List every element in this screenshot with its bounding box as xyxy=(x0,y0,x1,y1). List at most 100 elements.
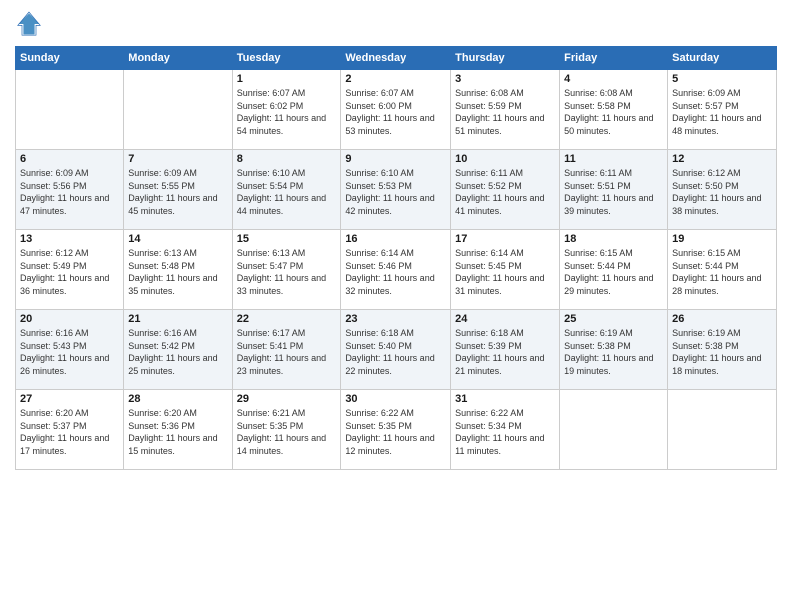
calendar-cell: 18 Sunrise: 6:15 AM Sunset: 5:44 PM Dayli… xyxy=(560,230,668,310)
weekday-header-sunday: Sunday xyxy=(16,47,124,70)
day-number: 27 xyxy=(20,393,119,405)
day-number: 17 xyxy=(455,233,555,245)
calendar-cell: 8 Sunrise: 6:10 AM Sunset: 5:54 PM Daylig… xyxy=(232,150,341,230)
day-info: Sunrise: 6:22 AM Sunset: 5:34 PM Dayligh… xyxy=(455,407,555,457)
day-number: 29 xyxy=(237,393,337,405)
calendar-cell: 14Sunrise: 6:13 AM Sunset: 5:48 PM Dayli… xyxy=(124,230,232,310)
day-number: 25 xyxy=(564,313,663,325)
calendar-cell: 30 Sunrise: 6:22 AM Sunset: 5:35 PM Dayli… xyxy=(341,390,451,470)
calendar-cell: 19Sunrise: 6:15 AM Sunset: 5:44 PM Dayli… xyxy=(668,230,777,310)
day-number: 31 xyxy=(455,393,555,405)
day-number: 1 xyxy=(237,73,337,85)
day-number: 13 xyxy=(20,233,119,245)
calendar-cell: 20Sunrise: 6:16 AM Sunset: 5:43 PM Dayli… xyxy=(16,310,124,390)
day-info: Sunrise: 6:14 AM Sunset: 5:46 PM Dayligh… xyxy=(345,247,446,297)
calendar-cell: 6Sunrise: 6:09 AM Sunset: 5:56 PM Daylig… xyxy=(16,150,124,230)
day-info: Sunrise: 6:18 AM Sunset: 5:39 PM Dayligh… xyxy=(455,327,555,377)
day-info: Sunrise: 6:10 AM Sunset: 5:54 PM Dayligh… xyxy=(237,167,337,217)
calendar-table: SundayMondayTuesdayWednesdayThursdayFrid… xyxy=(15,46,777,470)
day-info: Sunrise: 6:07 AM Sunset: 6:02 PM Dayligh… xyxy=(237,87,337,137)
day-info: Sunrise: 6:11 AM Sunset: 5:51 PM Dayligh… xyxy=(564,167,663,217)
weekday-header-wednesday: Wednesday xyxy=(341,47,451,70)
day-info: Sunrise: 6:09 AM Sunset: 5:56 PM Dayligh… xyxy=(20,167,119,217)
day-number: 12 xyxy=(672,153,772,165)
day-number: 10 xyxy=(455,153,555,165)
day-info: Sunrise: 6:11 AM Sunset: 5:52 PM Dayligh… xyxy=(455,167,555,217)
calendar-cell: 7Sunrise: 6:09 AM Sunset: 5:55 PM Daylig… xyxy=(124,150,232,230)
day-info: Sunrise: 6:09 AM Sunset: 5:57 PM Dayligh… xyxy=(672,87,772,137)
day-number: 21 xyxy=(128,313,227,325)
calendar-cell: 15 Sunrise: 6:13 AM Sunset: 5:47 PM Dayli… xyxy=(232,230,341,310)
day-info: Sunrise: 6:18 AM Sunset: 5:40 PM Dayligh… xyxy=(345,327,446,377)
day-number: 8 xyxy=(237,153,337,165)
day-number: 4 xyxy=(564,73,663,85)
weekday-header-saturday: Saturday xyxy=(668,47,777,70)
calendar-cell: 26Sunrise: 6:19 AM Sunset: 5:38 PM Dayli… xyxy=(668,310,777,390)
day-info: Sunrise: 6:20 AM Sunset: 5:37 PM Dayligh… xyxy=(20,407,119,457)
weekday-header-tuesday: Tuesday xyxy=(232,47,341,70)
calendar-cell: 5 Sunrise: 6:09 AM Sunset: 5:57 PM Daylig… xyxy=(668,70,777,150)
weekday-header-monday: Monday xyxy=(124,47,232,70)
weekday-header-thursday: Thursday xyxy=(451,47,560,70)
week-row-5: 27 Sunrise: 6:20 AM Sunset: 5:37 PM Dayli… xyxy=(16,390,777,470)
calendar-cell: 2 Sunrise: 6:07 AM Sunset: 6:00 PM Daylig… xyxy=(341,70,451,150)
day-number: 11 xyxy=(564,153,663,165)
calendar-cell xyxy=(668,390,777,470)
day-info: Sunrise: 6:15 AM Sunset: 5:44 PM Dayligh… xyxy=(564,247,663,297)
day-info: Sunrise: 6:12 AM Sunset: 5:49 PM Dayligh… xyxy=(20,247,119,297)
weekday-header-row: SundayMondayTuesdayWednesdayThursdayFrid… xyxy=(16,47,777,70)
logo-icon xyxy=(15,10,43,38)
calendar-cell: 10 Sunrise: 6:11 AM Sunset: 5:52 PM Dayli… xyxy=(451,150,560,230)
calendar-cell: 16 Sunrise: 6:14 AM Sunset: 5:46 PM Dayli… xyxy=(341,230,451,310)
day-number: 20 xyxy=(20,313,119,325)
calendar-cell: 27 Sunrise: 6:20 AM Sunset: 5:37 PM Dayli… xyxy=(16,390,124,470)
week-row-3: 13 Sunrise: 6:12 AM Sunset: 5:49 PM Dayli… xyxy=(16,230,777,310)
day-info: Sunrise: 6:20 AM Sunset: 5:36 PM Dayligh… xyxy=(128,407,227,457)
day-info: Sunrise: 6:14 AM Sunset: 5:45 PM Dayligh… xyxy=(455,247,555,297)
day-number: 16 xyxy=(345,233,446,245)
week-row-2: 6Sunrise: 6:09 AM Sunset: 5:56 PM Daylig… xyxy=(16,150,777,230)
day-info: Sunrise: 6:19 AM Sunset: 5:38 PM Dayligh… xyxy=(672,327,772,377)
calendar-cell: 23 Sunrise: 6:18 AM Sunset: 5:40 PM Dayli… xyxy=(341,310,451,390)
day-info: Sunrise: 6:10 AM Sunset: 5:53 PM Dayligh… xyxy=(345,167,446,217)
day-number: 7 xyxy=(128,153,227,165)
day-number: 9 xyxy=(345,153,446,165)
day-info: Sunrise: 6:08 AM Sunset: 5:59 PM Dayligh… xyxy=(455,87,555,137)
day-number: 30 xyxy=(345,393,446,405)
calendar-cell: 24Sunrise: 6:18 AM Sunset: 5:39 PM Dayli… xyxy=(451,310,560,390)
weekday-header-friday: Friday xyxy=(560,47,668,70)
calendar-cell: 25Sunrise: 6:19 AM Sunset: 5:38 PM Dayli… xyxy=(560,310,668,390)
day-info: Sunrise: 6:17 AM Sunset: 5:41 PM Dayligh… xyxy=(237,327,337,377)
calendar-cell: 28 Sunrise: 6:20 AM Sunset: 5:36 PM Dayli… xyxy=(124,390,232,470)
calendar-cell: 9 Sunrise: 6:10 AM Sunset: 5:53 PM Daylig… xyxy=(341,150,451,230)
week-row-4: 20Sunrise: 6:16 AM Sunset: 5:43 PM Dayli… xyxy=(16,310,777,390)
calendar-cell: 29Sunrise: 6:21 AM Sunset: 5:35 PM Dayli… xyxy=(232,390,341,470)
calendar-cell: 11 Sunrise: 6:11 AM Sunset: 5:51 PM Dayli… xyxy=(560,150,668,230)
day-info: Sunrise: 6:22 AM Sunset: 5:35 PM Dayligh… xyxy=(345,407,446,457)
day-info: Sunrise: 6:08 AM Sunset: 5:58 PM Dayligh… xyxy=(564,87,663,137)
calendar-cell: 21Sunrise: 6:16 AM Sunset: 5:42 PM Dayli… xyxy=(124,310,232,390)
day-number: 23 xyxy=(345,313,446,325)
day-info: Sunrise: 6:12 AM Sunset: 5:50 PM Dayligh… xyxy=(672,167,772,217)
calendar-cell: 22Sunrise: 6:17 AM Sunset: 5:41 PM Dayli… xyxy=(232,310,341,390)
day-number: 3 xyxy=(455,73,555,85)
day-number: 5 xyxy=(672,73,772,85)
day-number: 18 xyxy=(564,233,663,245)
calendar-cell: 12 Sunrise: 6:12 AM Sunset: 5:50 PM Dayli… xyxy=(668,150,777,230)
day-number: 14 xyxy=(128,233,227,245)
day-number: 28 xyxy=(128,393,227,405)
calendar-cell: 1 Sunrise: 6:07 AM Sunset: 6:02 PM Daylig… xyxy=(232,70,341,150)
day-number: 19 xyxy=(672,233,772,245)
calendar-cell: 13 Sunrise: 6:12 AM Sunset: 5:49 PM Dayli… xyxy=(16,230,124,310)
calendar-cell: 17 Sunrise: 6:14 AM Sunset: 5:45 PM Dayli… xyxy=(451,230,560,310)
header xyxy=(15,10,777,38)
logo xyxy=(15,10,47,38)
calendar-cell xyxy=(124,70,232,150)
day-number: 15 xyxy=(237,233,337,245)
day-info: Sunrise: 6:13 AM Sunset: 5:47 PM Dayligh… xyxy=(237,247,337,297)
calendar-cell: 31 Sunrise: 6:22 AM Sunset: 5:34 PM Dayli… xyxy=(451,390,560,470)
day-number: 2 xyxy=(345,73,446,85)
week-row-1: 1 Sunrise: 6:07 AM Sunset: 6:02 PM Daylig… xyxy=(16,70,777,150)
calendar-cell: 3 Sunrise: 6:08 AM Sunset: 5:59 PM Daylig… xyxy=(451,70,560,150)
day-info: Sunrise: 6:07 AM Sunset: 6:00 PM Dayligh… xyxy=(345,87,446,137)
